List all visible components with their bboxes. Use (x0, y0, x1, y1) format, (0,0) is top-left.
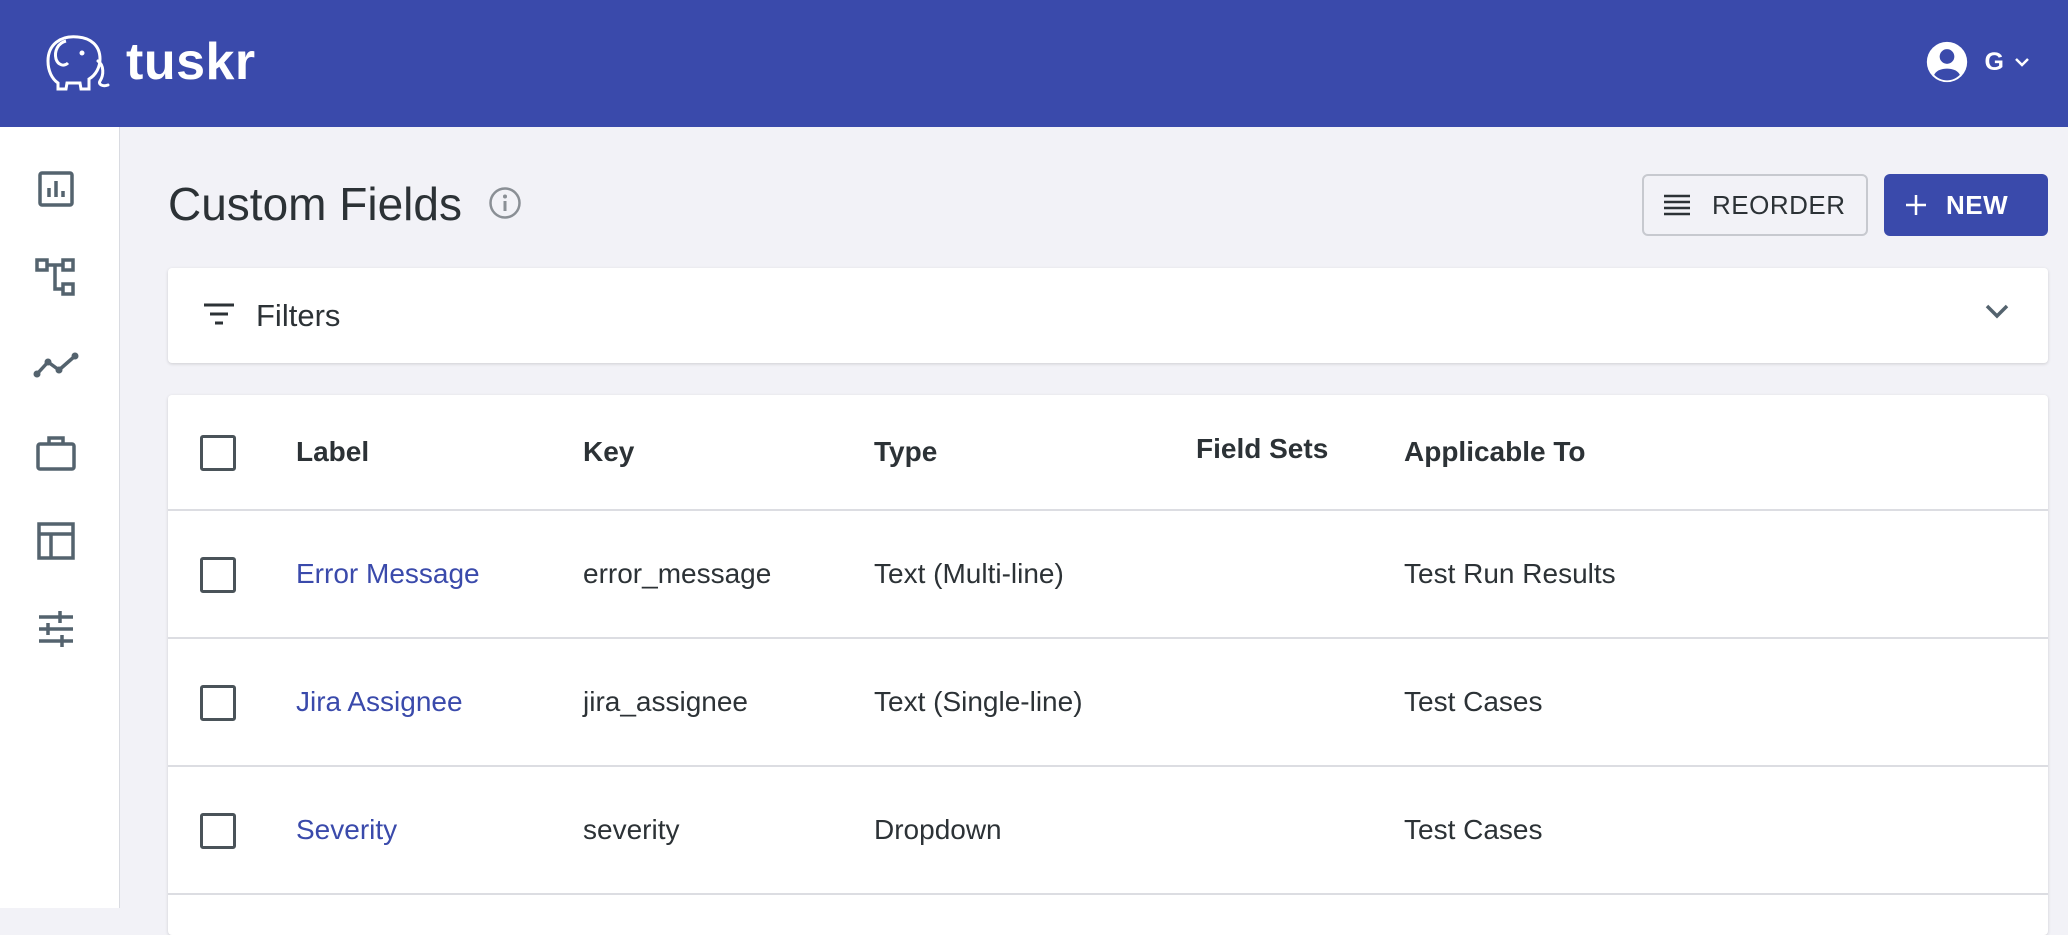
field-label-link[interactable]: Severity (296, 767, 397, 893)
field-applicable-to: Test Run Results (1404, 558, 1616, 589)
sidebar-item-settings[interactable] (26, 599, 86, 659)
briefcase-icon (36, 436, 76, 471)
row-checkbox[interactable] (200, 557, 236, 593)
sidebar-item-dashboard[interactable] (26, 159, 86, 219)
chevron-down-icon (2015, 58, 2029, 67)
sidebar-item-projects[interactable] (26, 247, 86, 307)
sidebar-item-reports[interactable] (26, 511, 86, 571)
elephant-logo-icon (46, 35, 110, 91)
column-header-label[interactable]: Label (296, 395, 369, 509)
field-label-link[interactable]: Error Message (296, 511, 480, 637)
filter-icon (204, 303, 234, 325)
hierarchy-icon (35, 258, 75, 296)
select-all-checkbox[interactable] (200, 435, 236, 471)
table-header-row: Label Key Type Field Sets Applicable To (168, 395, 2048, 511)
column-header-type[interactable]: Type (874, 395, 937, 509)
top-bar: tuskr G (0, 0, 2068, 127)
account-circle-icon (1926, 41, 1967, 83)
column-header-applicable-to[interactable]: Applicable To (1404, 395, 1586, 509)
dashboard-chart-icon (38, 171, 74, 207)
field-key: error_message (583, 558, 772, 589)
field-label-link[interactable]: Jira Assignee (296, 639, 463, 765)
row-checkbox[interactable] (200, 685, 236, 721)
new-button[interactable]: NEW (1884, 174, 2048, 236)
table-row: Severity severity Dropdown Test Cases (168, 767, 2048, 895)
reorder-button-label: REORDER (1712, 189, 1846, 220)
plus-icon (1906, 195, 1926, 215)
field-applicable-to: Test Cases (1404, 814, 1543, 845)
user-menu[interactable]: G (1925, 38, 2030, 86)
chevron-down-icon (1985, 304, 2009, 319)
sidebar-item-workspace[interactable] (26, 423, 86, 483)
reorder-lines-icon (1664, 194, 1690, 216)
column-header-key[interactable]: Key (583, 395, 634, 509)
table-row: Jira Assignee jira_assignee Text (Single… (168, 639, 2048, 767)
field-type: Dropdown (874, 814, 1002, 845)
field-applicable-to: Test Cases (1404, 686, 1543, 717)
info-icon[interactable] (488, 186, 522, 225)
settings-sliders-icon (39, 611, 73, 647)
field-key: jira_assignee (583, 686, 748, 717)
user-initial: G (1984, 47, 2004, 76)
field-key: severity (583, 814, 680, 845)
sidebar (0, 127, 120, 908)
sidebar-item-activity[interactable] (26, 335, 86, 395)
activity-line-icon (33, 352, 79, 378)
app-name: tuskr (126, 33, 256, 91)
page-title: Custom Fields (168, 178, 462, 230)
new-button-label: NEW (1946, 189, 2009, 220)
table-row: Error Message error_message Text (Multi-… (168, 511, 2048, 639)
column-header-field-sets[interactable]: Field Sets (1196, 392, 1328, 506)
table-icon (37, 522, 75, 560)
field-type: Text (Multi-line) (874, 558, 1064, 589)
reorder-button[interactable]: REORDER (1642, 174, 1868, 236)
app-logo[interactable]: tuskr (38, 30, 256, 94)
filters-panel[interactable]: Filters (168, 268, 2048, 363)
custom-fields-table: Label Key Type Field Sets Applicable To … (168, 395, 2048, 935)
row-checkbox[interactable] (200, 813, 236, 849)
field-type: Text (Single-line) (874, 686, 1083, 717)
filters-label: Filters (256, 298, 341, 333)
